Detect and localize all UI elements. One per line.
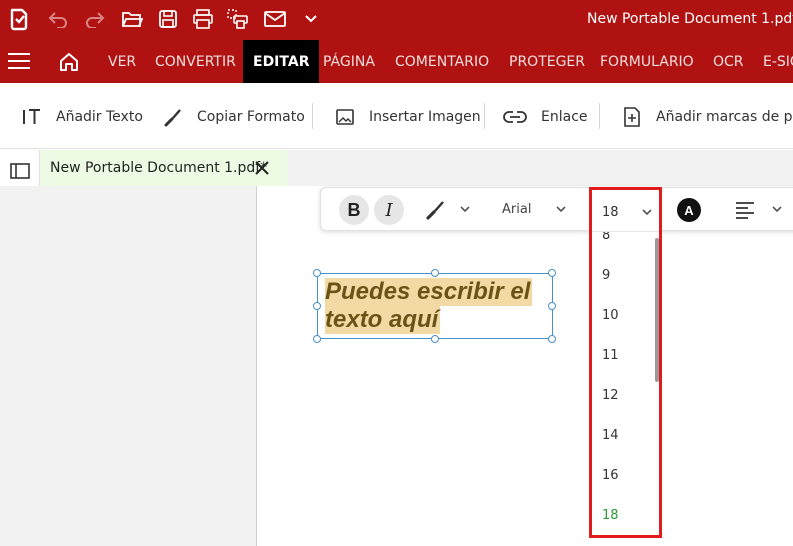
font-size-option[interactable]: 8 — [602, 232, 610, 243]
save-icon[interactable] — [156, 7, 180, 31]
window-title: New Portable Document 1.pdf - — [587, 11, 793, 27]
text-format-bar: B I Arial A — [320, 187, 793, 231]
font-size-option[interactable]: 14 — [602, 428, 619, 443]
menu-ocr[interactable]: OCR — [713, 40, 744, 83]
app-logo-icon — [7, 7, 31, 31]
italic-button[interactable]: I — [374, 195, 404, 225]
menu-convertir[interactable]: CONVERTIR — [155, 40, 236, 83]
resize-handle[interactable] — [313, 269, 321, 277]
chevron-down-icon[interactable] — [772, 205, 782, 213]
edit-toolbar: Añadir Texto Copiar Formato Insertar Ima… — [0, 83, 793, 149]
menu-bar: VER CONVERTIR EDITAR PÁGINA COMENTARIO P… — [0, 40, 793, 83]
menu-e-sign[interactable]: E-SIG — [763, 40, 793, 83]
menu-proteger[interactable]: PROTEGER — [509, 40, 585, 83]
resize-handle[interactable] — [431, 269, 439, 277]
insert-image-button[interactable]: Insertar Imagen — [335, 105, 481, 129]
page-marks-icon — [624, 107, 640, 127]
menu-ver[interactable]: VER — [108, 40, 136, 83]
add-text-label: Añadir Texto — [56, 109, 143, 125]
document-tab[interactable]: New Portable Document 1.pdf* — [40, 150, 288, 186]
home-icon[interactable] — [58, 51, 80, 73]
canvas-background — [0, 186, 256, 546]
font-size-option[interactable]: 16 — [602, 468, 619, 483]
toolbar-divider — [312, 103, 313, 129]
dropdown-scrollbar[interactable] — [655, 238, 659, 382]
chevron-down-icon[interactable] — [460, 205, 470, 213]
add-page-marks-button[interactable]: Añadir marcas de pági — [622, 105, 793, 129]
image-icon — [336, 109, 354, 125]
title-bar: New Portable Document 1.pdf - — [0, 0, 793, 40]
add-text-button[interactable]: Añadir Texto — [22, 105, 143, 129]
text-line-1[interactable]: Puedes escribir el — [325, 278, 533, 306]
chevron-down-icon[interactable] — [556, 205, 566, 213]
bold-button[interactable]: B — [339, 195, 369, 225]
resize-handle[interactable] — [313, 302, 321, 310]
undo-icon[interactable] — [46, 7, 70, 31]
redo-icon[interactable] — [83, 7, 107, 31]
resize-handle[interactable] — [548, 302, 556, 310]
link-icon — [503, 111, 527, 123]
font-size-options: 8 9 10 11 12 14 16 18 — [592, 232, 659, 535]
copy-format-label: Copiar Formato — [197, 109, 305, 125]
menu-comentario[interactable]: COMENTARIO — [395, 40, 489, 83]
open-folder-icon[interactable] — [120, 7, 144, 31]
highlight-brush-icon[interactable] — [425, 199, 447, 221]
resize-handle[interactable] — [548, 335, 556, 343]
batch-print-icon[interactable] — [226, 7, 250, 31]
add-text-icon — [23, 109, 40, 124]
print-icon[interactable] — [191, 7, 215, 31]
chevron-down-icon[interactable] — [642, 208, 652, 216]
font-size-value: 18 — [602, 205, 619, 220]
resize-handle[interactable] — [431, 335, 439, 343]
font-size-option[interactable]: 12 — [602, 388, 619, 403]
resize-handle[interactable] — [548, 269, 556, 277]
link-button[interactable]: Enlace — [503, 105, 588, 129]
hamburger-menu-icon[interactable] — [8, 53, 30, 71]
close-icon[interactable] — [254, 160, 270, 176]
format-brush-icon — [164, 109, 181, 127]
chevron-down-icon[interactable] — [299, 7, 323, 31]
insert-image-label: Insertar Imagen — [369, 109, 481, 125]
font-size-option[interactable]: 9 — [602, 268, 610, 283]
pdf-page[interactable] — [256, 186, 793, 546]
font-size-option[interactable]: 11 — [602, 348, 619, 363]
document-tab-label: New Portable Document 1.pdf* — [50, 160, 268, 176]
font-size-dropdown[interactable]: 18 8 9 10 11 12 14 16 18 — [589, 187, 662, 538]
menu-formulario[interactable]: FORMULARIO — [600, 40, 694, 83]
toolbar-divider — [484, 103, 485, 129]
text-color-button[interactable]: A — [677, 198, 701, 222]
font-family-select[interactable]: Arial — [502, 202, 531, 217]
font-size-option[interactable]: 10 — [602, 308, 619, 323]
sidebar-toggle-icon[interactable] — [10, 162, 30, 182]
add-page-marks-label: Añadir marcas de pági — [656, 109, 793, 125]
align-left-icon[interactable] — [735, 201, 755, 219]
link-label: Enlace — [541, 109, 588, 125]
document-tab-strip: New Portable Document 1.pdf* — [40, 150, 793, 186]
toolbar-divider — [599, 103, 600, 129]
text-box[interactable]: Puedes escribir el texto aquí — [313, 269, 556, 343]
font-size-select[interactable]: 18 — [592, 190, 659, 232]
font-size-option-selected[interactable]: 18 — [602, 508, 619, 523]
resize-handle[interactable] — [313, 335, 321, 343]
copy-format-button[interactable]: Copiar Formato — [163, 105, 305, 129]
text-line-2[interactable]: texto aquí — [325, 306, 441, 334]
menu-editar[interactable]: EDITAR — [243, 40, 320, 83]
mail-icon[interactable] — [263, 7, 287, 31]
menu-pagina[interactable]: PÁGINA — [323, 40, 375, 83]
